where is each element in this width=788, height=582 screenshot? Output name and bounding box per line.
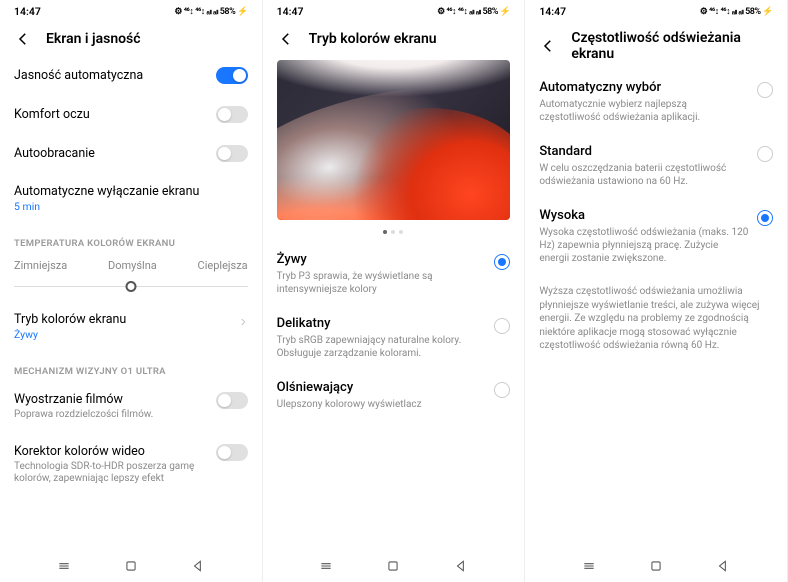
value: 5 min [14,200,240,213]
nav-back-icon[interactable] [716,558,730,577]
row-video-color-correct[interactable]: Korektor kolorów wideo Technologia SDR-t… [14,433,248,497]
row-auto-rotate[interactable]: Autoobracanie [14,134,248,173]
nav-bar [0,556,262,582]
value: Żywy [14,328,230,341]
label: Delikatny [277,316,487,331]
sub: Ulepszony kolorowy wyświetlacz [277,398,487,411]
status-icons: ⚙ ⁴⁶↕ ⁴⁶↕ ₐₗₗ ₐₗₗ 58% ⚡ [174,6,247,17]
screen-refresh-rate: 14:47 ⚙ ⁴⁶↕ ⁴⁶↕ ₐₗₗ ₐₗₗ 58% ⚡ Częstotliw… [525,0,788,582]
page-title: Ekran i jasność [46,31,141,47]
radio-high[interactable] [757,210,773,226]
temp-warm: Cieplejsza [198,259,248,272]
color-preview-image [277,60,511,220]
app-bar: Ekran i jasność [0,20,262,56]
radio-dazzling[interactable] [494,382,510,398]
toggle-auto-brightness[interactable] [216,67,248,84]
slider-thumb[interactable] [125,281,136,292]
label: Wysoka [539,208,749,223]
row-sharpen-videos[interactable]: Wyostrzanie filmów Poprawa rozdzielczośc… [14,381,248,433]
status-time: 14:47 [277,5,304,18]
sub: Wysoka częstotliwość odświeżania (maks. … [539,226,749,265]
sub: Automatycznie wybierz najlepszą częstotl… [539,98,749,124]
status-bar: 14:47 ⚙ ⁴⁶↕ ⁴⁶↕ ₐₗₗ ₐₗₗ 58% ⚡ [263,0,525,20]
label: Olśniewający [277,380,487,395]
toggle-eye-comfort[interactable] [216,106,248,123]
status-bar: 14:47 ⚙ ⁴⁶↕ ⁴⁶↕ ₐₗₗ ₐₗₗ 58% ⚡ [0,0,262,20]
label: Korektor kolorów wideo [14,444,208,459]
sub: Technologia SDR-to-HDR poszerza gamę kol… [14,461,208,486]
label: Automatyczne wyłączanie ekranu [14,184,240,199]
nav-home-icon[interactable] [386,558,400,577]
temperature-slider[interactable] [14,286,248,287]
sub: Poprawa rozdzielczości filmów. [14,409,208,422]
option-vivid[interactable]: Żywy Tryb P3 sprawia, że wyświetlane są … [277,242,511,306]
label: Komfort oczu [14,107,208,122]
sub: W celu oszczędzania baterii częstotliwoś… [539,162,749,188]
refresh-rate-note: Wyższa częstotliwość odświeżania umożliw… [539,275,773,363]
radio-standard[interactable] [757,146,773,162]
option-high[interactable]: Wysoka Wysoka częstotliwość odświeżania … [539,198,773,275]
status-icons: ⚙ ⁴⁶↕ ⁴⁶↕ ₐₗₗ ₐₗₗ 58% ⚡ [437,6,510,17]
section-color-temperature: TEMPERATURA KOLORÓW EKRANU [14,224,248,253]
status-time: 14:47 [539,5,566,18]
label: Autoobracanie [14,146,208,161]
dot[interactable] [399,230,403,234]
nav-bar [263,556,525,582]
content: Automatyczny wybór Automatycznie wybierz… [525,70,787,556]
temp-cold: Zimniejsza [14,259,67,272]
option-standard[interactable]: Standard W celu oszczędzania baterii czę… [539,134,773,198]
label: Standard [539,144,749,159]
back-icon[interactable] [14,30,32,48]
sub: Tryb P3 sprawia, że wyświetlane są inten… [277,270,487,296]
dot[interactable] [383,230,387,234]
temp-default: Domyślna [108,259,157,272]
row-eye-comfort[interactable]: Komfort oczu [14,95,248,134]
row-color-mode[interactable]: Tryb kolorów ekranu Żywy [14,301,248,352]
status-time: 14:47 [14,5,41,18]
pager-dots [277,226,511,242]
back-icon[interactable] [277,30,295,48]
chevron-right-icon [238,312,248,322]
toggle-sharpen[interactable] [216,392,248,409]
radio-vivid[interactable] [494,254,510,270]
app-bar: Tryb kolorów ekranu [263,20,525,56]
nav-recent-icon[interactable] [57,558,71,577]
option-gentle[interactable]: Delikatny Tryb sRGB zapewniający natural… [277,306,511,370]
temperature-labels: Zimniejsza Domyślna Cieplejsza [14,253,248,280]
radio-gentle[interactable] [494,318,510,334]
label: Wyostrzanie filmów [14,392,208,407]
screen-color-mode: 14:47 ⚙ ⁴⁶↕ ⁴⁶↕ ₐₗₗ ₐₗₗ 58% ⚡ Tryb kolor… [263,0,526,582]
status-bar: 14:47 ⚙ ⁴⁶↕ ⁴⁶↕ ₐₗₗ ₐₗₗ 58% ⚡ [525,0,787,20]
back-icon[interactable] [539,37,557,55]
toggle-auto-rotate[interactable] [216,145,248,162]
radio-auto[interactable] [757,82,773,98]
label: Tryb kolorów ekranu [14,312,230,327]
screen-display-brightness: 14:47 ⚙ ⁴⁶↕ ⁴⁶↕ ₐₗₗ ₐₗₗ 58% ⚡ Ekran i ja… [0,0,263,582]
option-auto[interactable]: Automatyczny wybór Automatycznie wybierz… [539,70,773,134]
option-dazzling[interactable]: Olśniewający Ulepszony kolorowy wyświetl… [277,370,511,421]
app-bar: Częstotliwość odświeżania ekranu [525,20,787,70]
label: Jasność automatyczna [14,68,208,83]
row-screen-timeout[interactable]: Automatyczne wyłączanie ekranu 5 min [14,173,248,224]
nav-bar [525,556,787,582]
content: Jasność automatyczna Komfort oczu Autoob… [0,56,262,556]
dot[interactable] [391,230,395,234]
content: Żywy Tryb P3 sprawia, że wyświetlane są … [263,56,525,556]
section-o1-ultra: MECHANIZM WIZYJNY O1 ULTRA [14,352,248,381]
status-icons: ⚙ ⁴⁶↕ ⁴⁶↕ ₐₗₗ ₐₗₗ 58% ⚡ [700,6,773,17]
page-title: Częstotliwość odświeżania ekranu [571,30,773,62]
nav-recent-icon[interactable] [319,558,333,577]
sub: Tryb sRGB zapewniający naturalne kolory.… [277,334,487,360]
label: Automatyczny wybór [539,80,749,95]
nav-recent-icon[interactable] [582,558,596,577]
nav-home-icon[interactable] [649,558,663,577]
label: Żywy [277,252,487,267]
page-title: Tryb kolorów ekranu [309,31,437,47]
nav-back-icon[interactable] [454,558,468,577]
row-auto-brightness[interactable]: Jasność automatyczna [14,56,248,95]
nav-back-icon[interactable] [191,558,205,577]
nav-home-icon[interactable] [124,558,138,577]
toggle-color-correct[interactable] [216,444,248,461]
